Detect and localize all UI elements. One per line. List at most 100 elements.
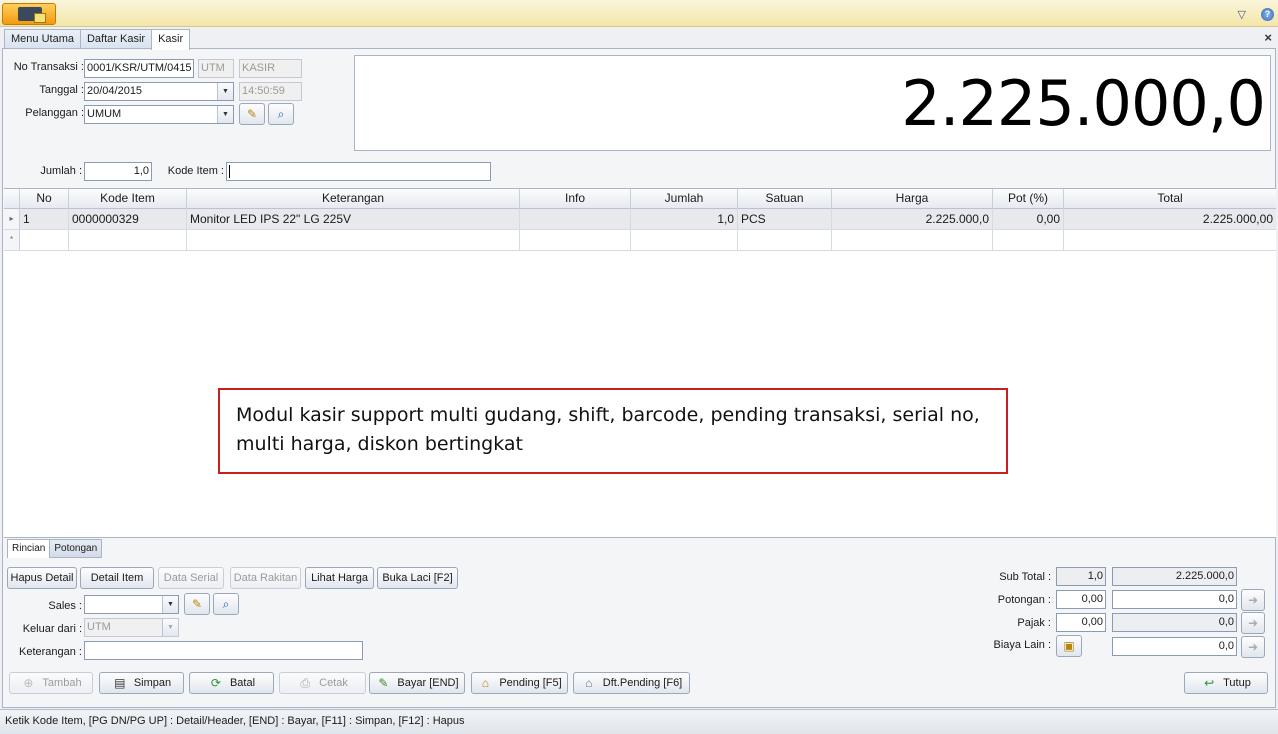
tab-daftar-kasir[interactable]: Daftar Kasir xyxy=(79,29,153,49)
pelanggan-value: UMUM xyxy=(87,108,122,120)
help-icon[interactable]: ? xyxy=(1261,8,1274,21)
jumlah-input[interactable]: 1,0 xyxy=(84,162,152,181)
cell-empty[interactable] xyxy=(631,230,738,250)
chevron-down-icon[interactable]: ▽ xyxy=(1238,8,1246,21)
sales-field[interactable]: ▼ xyxy=(84,595,179,614)
tab-potongan[interactable]: Potongan xyxy=(49,539,103,558)
keterangan-input[interactable] xyxy=(84,641,363,660)
tambah-button[interactable]: ⊕ Tambah xyxy=(9,672,93,694)
new-row-icon: * xyxy=(4,230,20,250)
no-transaksi-label: No Transaksi : xyxy=(13,61,84,73)
col-header-kode-item[interactable]: Kode Item xyxy=(69,189,187,209)
cell-empty[interactable] xyxy=(738,230,832,250)
cell-harga[interactable]: 2.225.000,0 xyxy=(832,209,993,229)
cell-pot[interactable]: 0,00 xyxy=(993,209,1064,229)
col-header-info[interactable]: Info xyxy=(520,189,631,209)
tab-kasir[interactable]: Kasir xyxy=(151,29,191,50)
data-serial-button[interactable]: Data Serial xyxy=(158,567,224,589)
biaya-lain-input[interactable]: 0,0 xyxy=(1112,637,1237,656)
tanggal-field[interactable]: 20/04/2015 ▼ xyxy=(84,82,234,101)
keluar-dari-value: UTM xyxy=(87,621,111,633)
text-cursor xyxy=(229,164,230,178)
col-header-no[interactable]: No xyxy=(20,189,69,209)
biaya-lain-button[interactable]: ▣ xyxy=(1056,635,1082,657)
search-pelanggan-button[interactable]: ⌕ xyxy=(268,103,294,125)
batal-label: Batal xyxy=(229,677,256,689)
lihat-harga-button[interactable]: Lihat Harga xyxy=(305,567,374,589)
simpan-label: Simpan xyxy=(133,677,172,689)
cell-keterangan[interactable]: Monitor LED IPS 22" LG 225V xyxy=(187,209,520,229)
total-display: 2.225.000,0 xyxy=(354,55,1271,151)
tanggal-value: 20/04/2015 xyxy=(87,85,143,97)
batal-button[interactable]: ⟳ Batal xyxy=(189,672,274,694)
pending-icon: ⌂ xyxy=(481,676,489,690)
cell-jumlah[interactable]: 1,0 xyxy=(631,209,738,229)
buka-laci-button[interactable]: Buka Laci [F2] xyxy=(377,567,458,589)
potongan-detail-button[interactable]: ➜ xyxy=(1241,589,1265,611)
add-circle-icon: ⊕ xyxy=(23,676,34,690)
no-transaksi-field[interactable]: 0001/KSR/UTM/0415 xyxy=(84,59,194,78)
tanggal-label: Tanggal : xyxy=(39,84,84,96)
cell-satuan[interactable]: PCS xyxy=(738,209,832,229)
tutup-button[interactable]: ↩ Tutup xyxy=(1184,672,1268,694)
cell-empty[interactable] xyxy=(832,230,993,250)
pelanggan-label: Pelanggan : xyxy=(25,107,84,119)
chevron-down-icon[interactable]: ▼ xyxy=(162,596,178,613)
pajak-pct-input[interactable]: 0,00 xyxy=(1056,613,1106,632)
tutup-label: Tutup xyxy=(1223,677,1251,689)
search-sales-button[interactable]: ⌕ xyxy=(213,593,239,615)
cetak-button[interactable]: ⎙ Cetak xyxy=(279,672,366,694)
cell-info[interactable] xyxy=(520,209,631,229)
cell-empty[interactable] xyxy=(20,230,69,250)
cell-empty[interactable] xyxy=(1064,230,1276,250)
chevron-down-icon[interactable]: ▼ xyxy=(217,83,233,100)
cell-empty[interactable] xyxy=(69,230,187,250)
detail-item-button[interactable]: Detail Item xyxy=(80,567,154,589)
hapus-detail-button[interactable]: Hapus Detail xyxy=(7,567,77,589)
pelanggan-field[interactable]: UMUM ▼ xyxy=(84,105,234,124)
cell-empty[interactable] xyxy=(993,230,1064,250)
kasir-panel: No Transaksi : 0001/KSR/UTM/0415 UTM KAS… xyxy=(2,48,1276,708)
keluar-dari-field: UTM ▼ xyxy=(84,618,179,637)
cell-empty[interactable] xyxy=(187,230,520,250)
col-header-keterangan[interactable]: Keterangan xyxy=(187,189,520,209)
biaya-lain-detail-button[interactable]: ➜ xyxy=(1241,636,1265,658)
col-header-harga[interactable]: Harga xyxy=(832,189,993,209)
bayar-label: Bayar [END] xyxy=(397,677,459,689)
sales-label: Sales : xyxy=(48,600,82,612)
edit-sales-button[interactable]: ✎ xyxy=(184,593,210,615)
biaya-lain-label: Biaya Lain : xyxy=(993,639,1051,651)
gudang-field: UTM xyxy=(198,59,234,78)
close-tab-icon[interactable]: × xyxy=(1264,30,1272,45)
cell-kode-item[interactable]: 0000000329 xyxy=(69,209,187,229)
cetak-label: Cetak xyxy=(319,677,348,689)
pending-button[interactable]: ⌂ Pending [F5] xyxy=(471,672,568,694)
edit-pelanggan-button[interactable]: ✎ xyxy=(239,103,265,125)
kode-item-input[interactable] xyxy=(226,162,491,181)
cell-total[interactable]: 2.225.000,00 xyxy=(1064,209,1276,229)
item-grid[interactable]: No Kode Item Keterangan Info Jumlah Satu… xyxy=(4,188,1276,538)
app-menu-button[interactable] xyxy=(2,3,56,25)
potongan-pct-input[interactable]: 0,00 xyxy=(1056,590,1106,609)
chevron-down-icon[interactable]: ▼ xyxy=(217,106,233,123)
cell-no[interactable]: 1 xyxy=(20,209,69,229)
jam-field: 14:50:59 xyxy=(239,82,302,101)
simpan-button[interactable]: ▤ Simpan xyxy=(99,672,184,694)
arrow-right-icon: ➜ xyxy=(1247,616,1259,630)
potongan-label: Potongan : xyxy=(997,594,1051,606)
bayar-button[interactable]: ✎ Bayar [END] xyxy=(369,672,465,694)
new-row[interactable]: * xyxy=(4,230,1276,251)
pajak-detail-button[interactable]: ➜ xyxy=(1241,612,1265,634)
col-header-pot[interactable]: Pot (%) xyxy=(993,189,1064,209)
table-row[interactable]: ▸ 1 0000000329 Monitor LED IPS 22" LG 22… xyxy=(4,209,1276,230)
col-header-jumlah[interactable]: Jumlah xyxy=(631,189,738,209)
data-rakitan-button[interactable]: Data Rakitan xyxy=(230,567,301,589)
col-header-satuan[interactable]: Satuan xyxy=(738,189,832,209)
arrow-right-icon: ➜ xyxy=(1247,640,1259,654)
col-header-total[interactable]: Total xyxy=(1064,189,1276,209)
dft-pending-button[interactable]: ⌂ Dft.Pending [F6] xyxy=(573,672,690,694)
tab-menu-utama[interactable]: Menu Utama xyxy=(4,29,81,49)
tab-rincian[interactable]: Rincian xyxy=(7,539,51,558)
cell-empty[interactable] xyxy=(520,230,631,250)
potongan-value-input[interactable]: 0,0 xyxy=(1112,590,1237,609)
